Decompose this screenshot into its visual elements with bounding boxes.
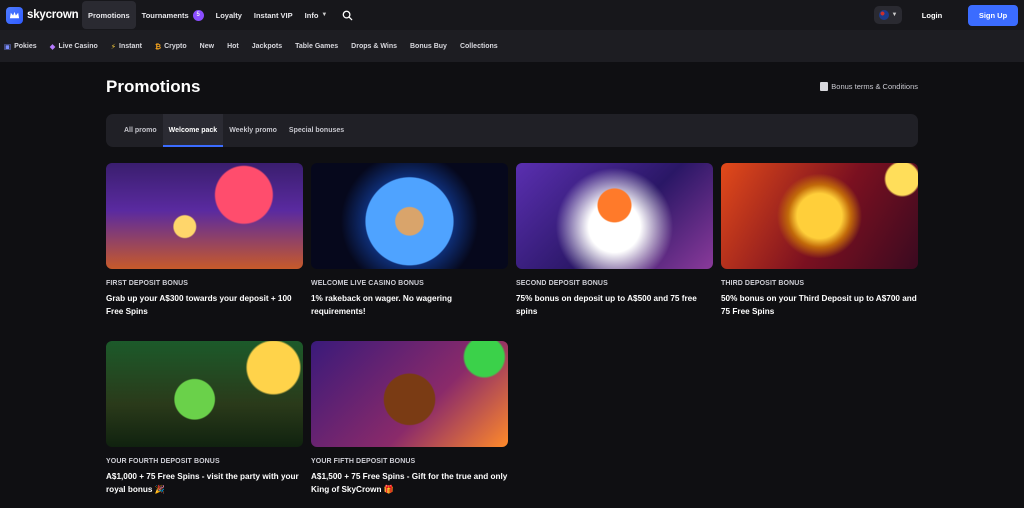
promo-label: YOUR FOURTH DEPOSIT BONUS (106, 458, 220, 465)
promo-card[interactable]: SECOND DEPOSIT BONUS 75% bonus on deposi… (516, 163, 713, 318)
promo-image-party-frog (106, 341, 303, 447)
promo-description: 75% bonus on deposit up to A$500 and 75 … (516, 294, 697, 316)
nav-info[interactable]: Info ▼ (299, 1, 334, 29)
tab-label: Special bonuses (288, 127, 345, 134)
nav-label: Promotions (88, 10, 130, 20)
nav-promotions[interactable]: Promotions (82, 1, 136, 29)
nav-label: Loyalty (215, 10, 242, 20)
nav-instant-vip[interactable]: Instant VIP (248, 1, 299, 29)
search-icon (342, 10, 353, 20)
page-title: Promotions (106, 77, 201, 96)
chevron-down-icon: ▼ (321, 12, 328, 18)
nav-tournaments[interactable]: Tournaments 5 (136, 1, 210, 29)
category-instant[interactable]: ⚡ Instant (111, 42, 142, 51)
category-jackpots[interactable]: Jackpots (252, 43, 282, 50)
category-label: Pokies (14, 42, 37, 50)
category-label: Instant (119, 42, 142, 50)
tab-label: Weekly promo (229, 127, 277, 134)
promo-description: A$1,000 + 75 Free Spins - visit the part… (106, 472, 299, 494)
category-label: Crypto (164, 42, 187, 50)
promo-card[interactable]: THIRD DEPOSIT BONUS 50% bonus on your Th… (721, 163, 918, 318)
live-casino-icon: ◆ (49, 41, 56, 51)
tab-label: Welcome pack (168, 127, 218, 134)
tab-label: All promo (124, 127, 157, 134)
category-label: New (199, 42, 215, 50)
top-header: skycrown Promotions Tournaments 5 Loyalty… (0, 0, 1024, 30)
category-label: Drops & Wins (351, 42, 397, 50)
lightning-icon: ⚡ (110, 41, 117, 51)
promo-image-wolf (516, 163, 713, 269)
category-table-games[interactable]: Table Games (295, 43, 338, 50)
crown-icon (6, 6, 23, 24)
category-drops-wins[interactable]: Drops & Wins (351, 43, 397, 50)
promo-card[interactable]: WELCOME LIVE CASINO BONUS 1% rakeback on… (311, 163, 508, 318)
terms-label: Bonus terms & Conditions (831, 82, 918, 91)
promo-image-live-dealer (311, 163, 508, 269)
promo-label: THIRD DEPOSIT BONUS (721, 280, 805, 287)
tab-all-promo[interactable]: All promo (118, 114, 163, 147)
category-label: Jackpots (251, 42, 283, 50)
promo-card[interactable]: YOUR FOURTH DEPOSIT BONUS A$1,000 + 75 F… (106, 341, 303, 496)
bonus-terms-link[interactable]: Bonus terms & Conditions (820, 82, 918, 91)
search-button[interactable] (337, 5, 357, 25)
logo-text: skycrown (27, 9, 79, 21)
logo[interactable]: skycrown (6, 6, 82, 24)
category-live-casino[interactable]: ◆ Live Casino (50, 42, 98, 51)
category-label: Bonus Buy (410, 42, 447, 50)
chevron-down-icon: ▼ (891, 12, 898, 18)
promo-image-buffalo (311, 341, 508, 447)
promo-description: 1% rakeback on wager. No wagering requir… (311, 294, 453, 316)
promo-label: YOUR FIFTH DEPOSIT BONUS (311, 458, 416, 465)
promo-card[interactable]: YOUR FIFTH DEPOSIT BONUS A$1,500 + 75 Fr… (311, 341, 508, 496)
category-collections[interactable]: Collections (460, 43, 498, 50)
flag-icon (878, 10, 889, 20)
promo-description: Grab up your A$300 towards your deposit … (106, 294, 292, 316)
category-hot[interactable]: Hot (227, 43, 239, 50)
nav-label: Tournaments (141, 10, 189, 20)
nav-label: Info (304, 10, 319, 20)
tournaments-count-badge: 5 (192, 9, 204, 21)
category-crypto[interactable]: ₿ Crypto (155, 42, 187, 51)
tab-welcome-pack[interactable]: Welcome pack (162, 114, 224, 147)
signup-button[interactable]: Sign Up (968, 4, 1018, 26)
category-label: Hot (227, 42, 239, 50)
nav-label: Instant VIP (253, 10, 293, 20)
pokies-icon: ▣ (4, 41, 12, 51)
category-new[interactable]: New (200, 43, 214, 50)
promo-label: WELCOME LIVE CASINO BONUS (311, 280, 424, 287)
document-icon (820, 82, 829, 91)
promo-label: SECOND DEPOSIT BONUS (516, 280, 608, 287)
promo-image-frog (106, 163, 303, 269)
tab-weekly-promo[interactable]: Weekly promo (223, 114, 283, 147)
category-bonus-buy[interactable]: Bonus Buy (410, 43, 447, 50)
category-bar: ▣ Pokies ◆ Live Casino ⚡ Instant ₿ Crypto Ne… (0, 30, 1024, 62)
login-button[interactable]: Login (914, 11, 950, 20)
nav-loyalty[interactable]: Loyalty (210, 1, 248, 29)
promo-tabs: All promo Welcome pack Weekly promo Spec… (106, 114, 918, 147)
header-right: ▼ Login Sign Up (874, 0, 1024, 30)
promo-description: A$1,500 + 75 Free Spins - Gift for the t… (311, 472, 508, 494)
category-label: Collections (459, 42, 498, 50)
language-selector[interactable]: ▼ (874, 6, 902, 24)
category-label: Live Casino (58, 42, 98, 50)
category-label: Table Games (295, 42, 339, 50)
category-pokies[interactable]: ▣ Pokies (4, 42, 37, 51)
bitcoin-icon: ₿ (154, 41, 162, 51)
promo-label: FIRST DEPOSIT BONUS (106, 280, 189, 287)
promo-image-dragon (721, 163, 918, 269)
promo-description: 50% bonus on your Third Deposit up to A$… (721, 294, 917, 316)
promo-card[interactable]: FIRST DEPOSIT BONUS Grab up your A$300 t… (106, 163, 303, 318)
tab-special-bonuses[interactable]: Special bonuses (283, 114, 350, 147)
